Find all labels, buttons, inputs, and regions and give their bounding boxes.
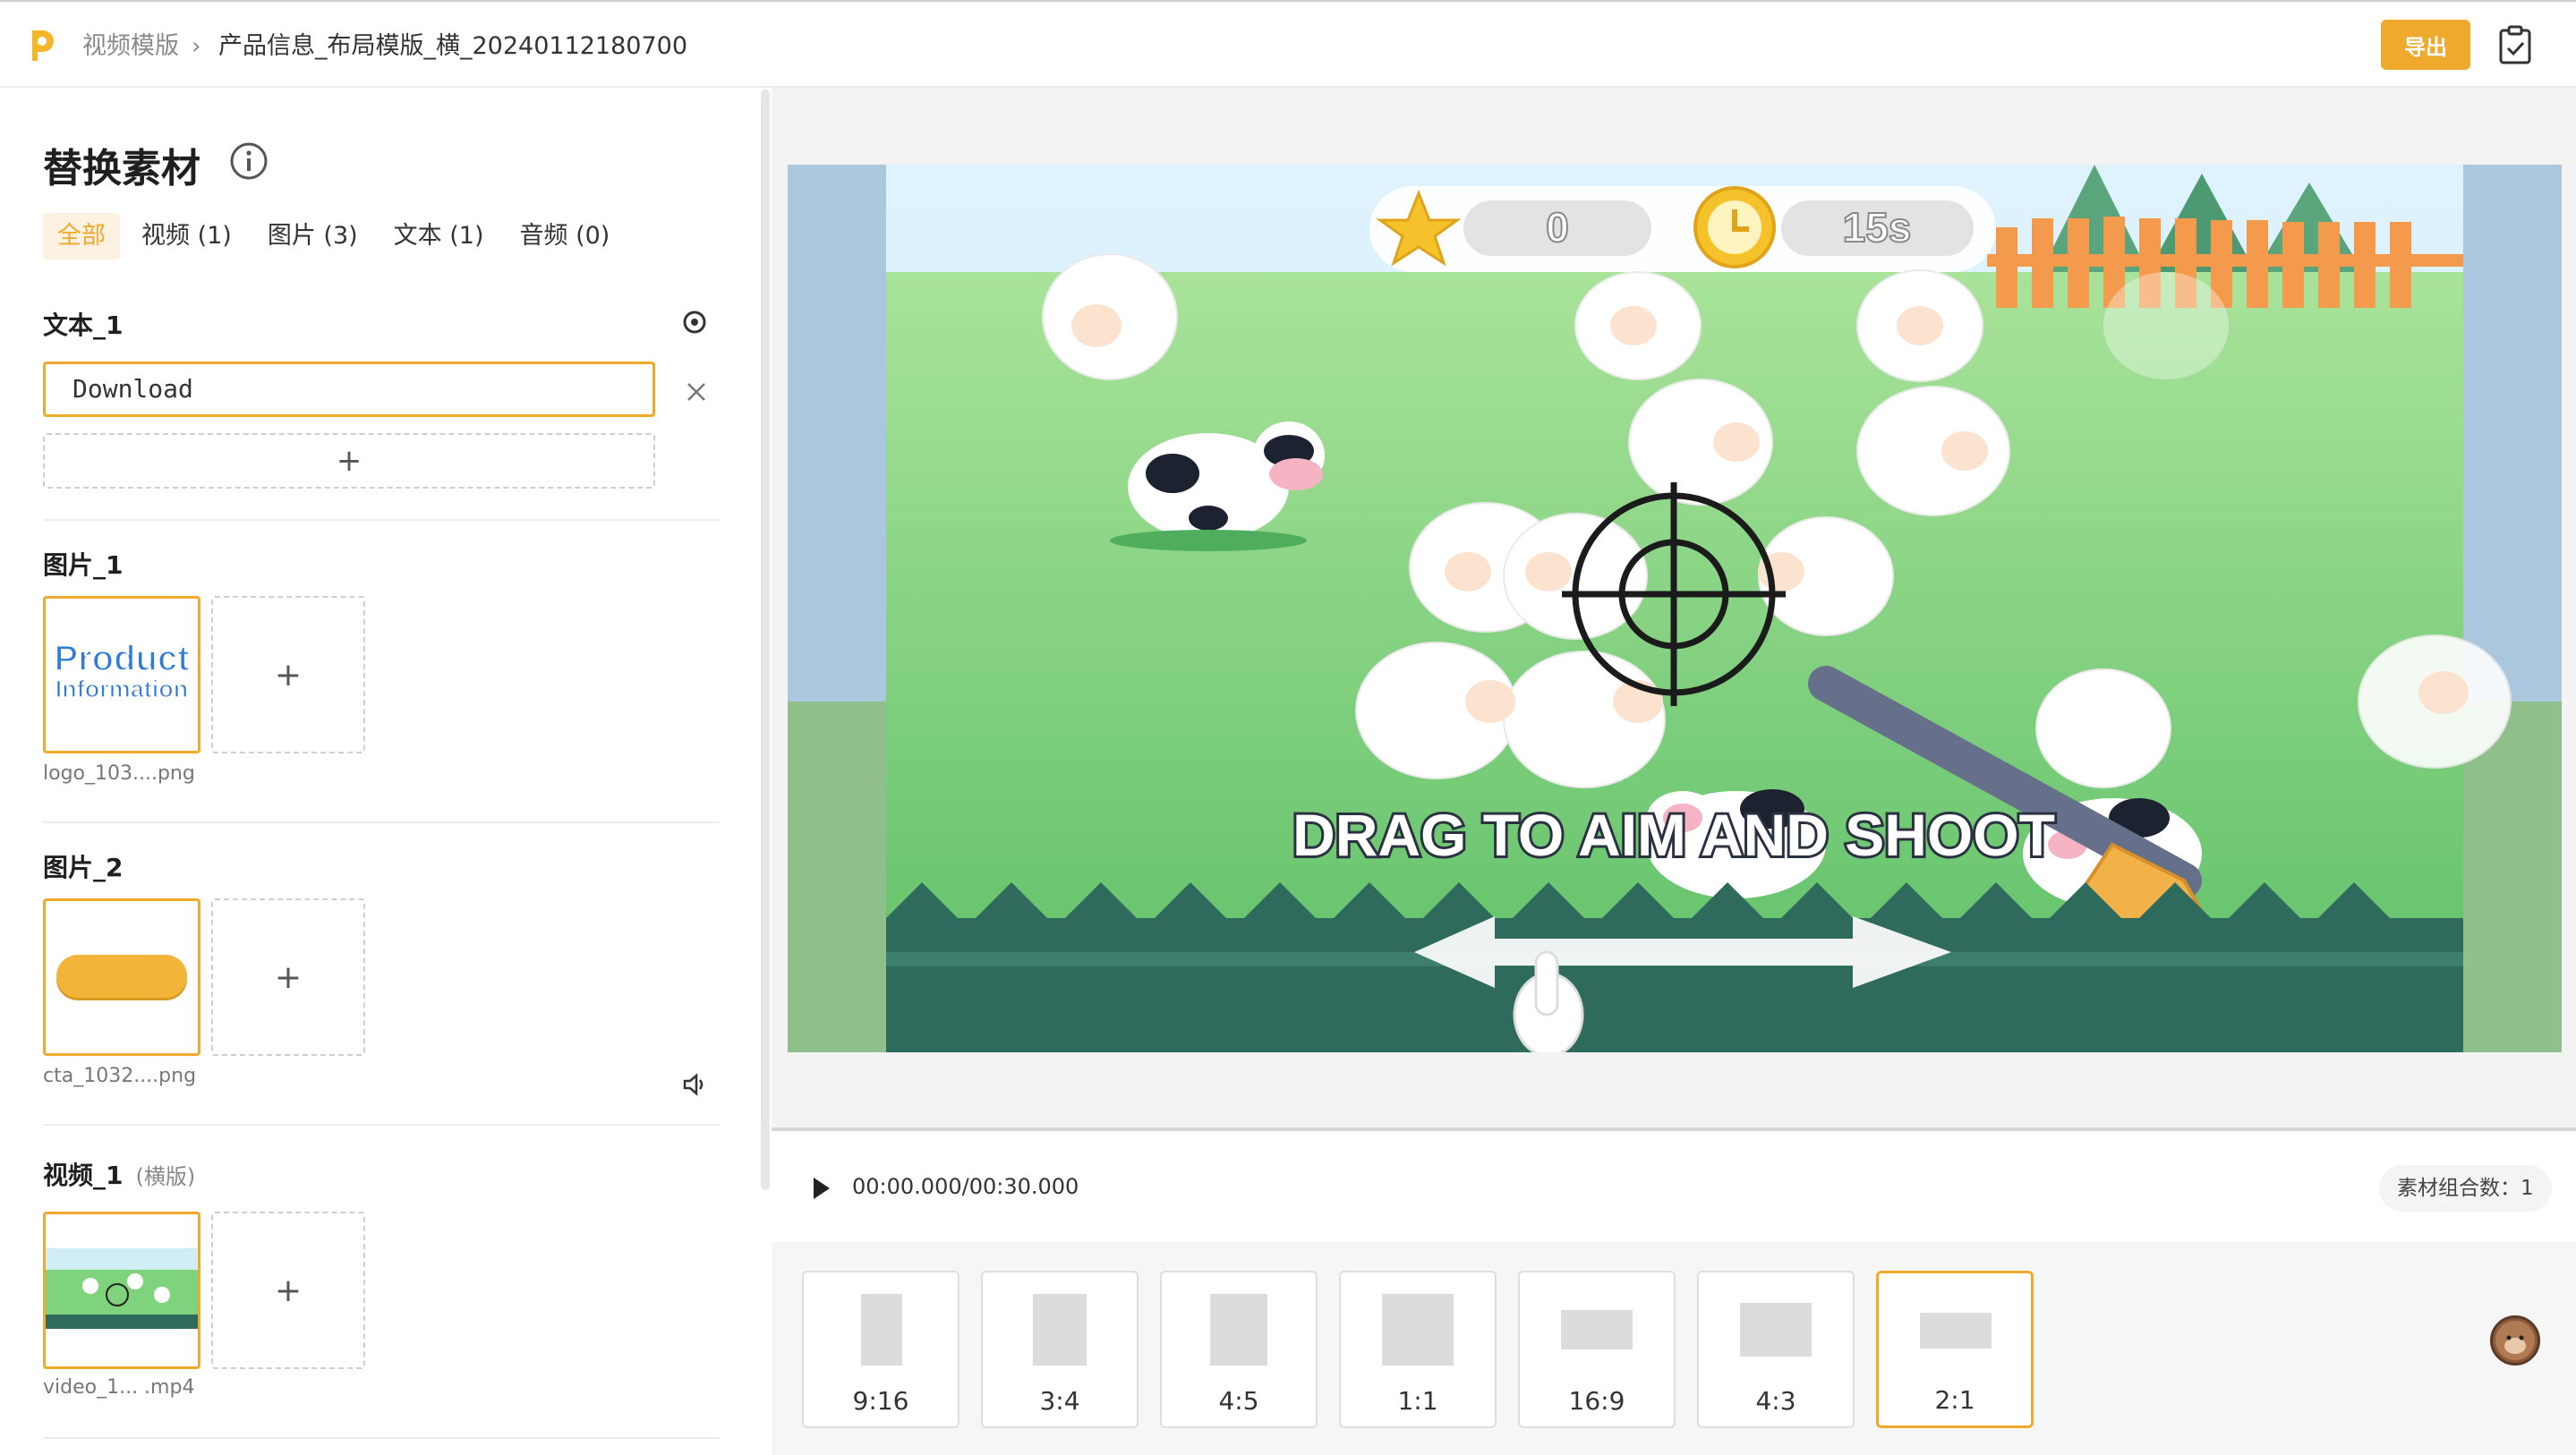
ratio-preview-shape (1210, 1294, 1267, 1366)
play-icon[interactable] (811, 1176, 832, 1201)
app-logo-icon[interactable] (27, 27, 57, 64)
image2-thumbnail[interactable] (43, 898, 200, 1056)
ratio-2-1[interactable]: 2:1 (1876, 1271, 2034, 1428)
combo-count-badge: 素材组合数：1 (2379, 1165, 2552, 1212)
ratio-preview-shape (1033, 1294, 1087, 1366)
video-orientation-note: (横版) (135, 1164, 196, 1189)
ratio-label: 2:1 (1934, 1385, 1975, 1415)
section-divider (43, 821, 720, 823)
add-image2-button[interactable]: + (211, 898, 365, 1056)
ratio-label: 4:5 (1218, 1386, 1259, 1416)
ratio-3-4[interactable]: 3:4 (981, 1271, 1139, 1428)
ratio-1-1[interactable]: 1:1 (1339, 1271, 1497, 1428)
image1-filename: logo_103....png (43, 762, 195, 785)
breadcrumb-current: 产品信息_布局模版_横_20240112180700 (218, 32, 687, 60)
section-divider (43, 1437, 720, 1439)
ratio-9-16[interactable]: 9:16 (802, 1271, 960, 1428)
info-icon[interactable] (229, 141, 269, 181)
ratio-preview-shape (1382, 1294, 1454, 1366)
clipboard-check-icon[interactable] (2497, 25, 2533, 66)
video1-thumbnail[interactable] (43, 1212, 200, 1369)
ratio-label: 3:4 (1039, 1386, 1080, 1416)
ratio-preview-shape (1920, 1313, 1992, 1349)
ratio-label: 4:3 (1755, 1386, 1796, 1416)
video-section-label: 视频_1 (横版) (43, 1156, 195, 1192)
tab-all[interactable]: 全部 (43, 213, 120, 260)
image1-section-label: 图片_1 (43, 550, 124, 580)
timecode: 00:00.000/00:30.000 (852, 1174, 1079, 1199)
chevron-right-icon: › (192, 33, 201, 60)
filter-tabs: 全部 视频 (1) 图片 (3) 文本 (1) 音频 (0) (43, 213, 631, 260)
tab-text[interactable]: 文本 (1) (380, 213, 499, 260)
speaker-icon[interactable] (680, 1070, 709, 1099)
avatar[interactable] (2490, 1315, 2540, 1366)
video-label: 视频_1 (43, 1161, 124, 1190)
video1-filename: video_1... .mp4 (43, 1376, 195, 1399)
image2-section-label: 图片_2 (43, 853, 124, 882)
ratio-preview-shape (1740, 1303, 1812, 1357)
ratio-preview-shape (861, 1294, 902, 1366)
add-image1-button[interactable]: + (211, 596, 365, 753)
plus-icon: + (274, 958, 303, 996)
section-divider (43, 1124, 720, 1126)
gear-icon[interactable] (680, 308, 709, 336)
ratio-label: 1:1 (1397, 1386, 1438, 1416)
ratio-4-3[interactable]: 4:3 (1697, 1271, 1855, 1428)
plus-icon: + (274, 1272, 303, 1309)
svg-text:15s: 15s (1843, 204, 1912, 251)
text-section-label: 文本_1 (43, 311, 124, 340)
export-button[interactable]: 导出 (2381, 20, 2470, 70)
video-preview-canvas[interactable]: 0 15s DRAG TO AIM AND SHOOT (788, 165, 2562, 1052)
product-info-logo: Product Information (46, 599, 198, 751)
plus-icon: + (336, 443, 363, 479)
ratio-16-9[interactable]: 16:9 (1518, 1271, 1676, 1428)
tab-video[interactable]: 视频 (1) (127, 213, 246, 260)
ratio-label: 9:16 (852, 1386, 909, 1416)
avatar-face-icon (2495, 1321, 2535, 1360)
video-thumbnail-frame (46, 1214, 198, 1366)
ratio-4-5[interactable]: 4:5 (1160, 1271, 1318, 1428)
ratio-label: 16:9 (1568, 1386, 1625, 1416)
tab-audio[interactable]: 音频 (0) (505, 213, 624, 260)
svg-text:Information: Information (55, 676, 189, 702)
cta-button-shape (56, 955, 187, 998)
image1-thumbnail[interactable]: Product Information (43, 596, 200, 753)
svg-text:0: 0 (1546, 204, 1569, 251)
image2-filename: cta_1032....png (43, 1065, 197, 1087)
add-text-button[interactable]: + (43, 433, 655, 489)
panel-title: 替换素材 (43, 146, 200, 191)
panel-scrollbar[interactable] (761, 89, 770, 1190)
section-divider (43, 519, 720, 521)
add-video1-button[interactable]: + (211, 1212, 365, 1369)
breadcrumb-root[interactable]: 视频模版 (82, 29, 179, 64)
svg-text:Product: Product (54, 639, 189, 678)
game-scene: 0 15s DRAG TO AIM AND SHOOT (788, 165, 2562, 1052)
text-value-input[interactable]: Download (43, 362, 655, 417)
plus-icon: + (274, 656, 303, 693)
svg-text:DRAG TO AIM AND SHOOT: DRAG TO AIM AND SHOOT (1292, 802, 2055, 868)
tab-image[interactable]: 图片 (3) (253, 213, 372, 260)
close-icon[interactable] (684, 379, 709, 404)
ratio-preview-shape (1561, 1310, 1633, 1349)
top-bar: 视频模版 › 产品信息_布局模版_横_20240112180700 导出 (0, 0, 2576, 88)
